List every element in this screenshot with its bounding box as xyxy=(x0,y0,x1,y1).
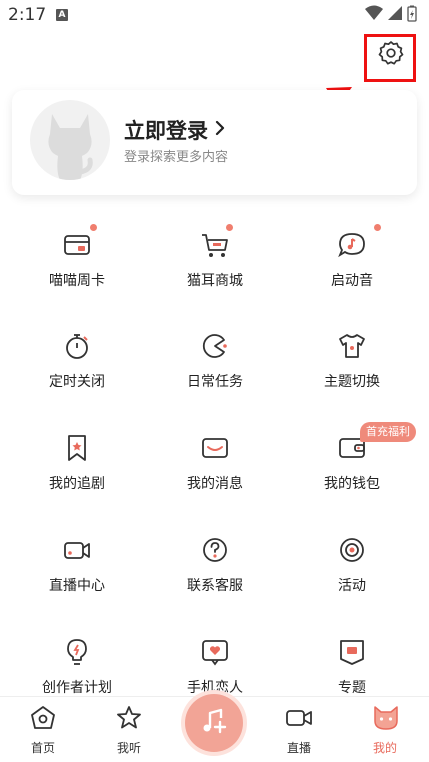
nav-label: 我的 xyxy=(372,741,397,755)
menu-item-label: 专题 xyxy=(338,680,366,696)
video-camera-icon xyxy=(62,535,92,565)
home-icon xyxy=(30,705,56,731)
battery-icon xyxy=(407,5,417,26)
heart-chat-icon xyxy=(200,637,230,667)
help-icon xyxy=(200,535,230,565)
menu-item-label: 定时关闭 xyxy=(49,374,105,390)
card-icon xyxy=(62,230,92,260)
signal-icon xyxy=(387,5,403,25)
star-icon xyxy=(116,705,142,731)
tshirt-icon xyxy=(337,331,367,361)
topic-icon xyxy=(337,637,367,667)
menu-item-label: 直播中心 xyxy=(49,578,105,594)
bookmark-icon xyxy=(62,433,92,463)
music-add-icon xyxy=(199,706,229,740)
notification-icon: A xyxy=(56,9,68,21)
menu-item-label: 我的消息 xyxy=(187,476,243,492)
menu-item-sleep-timer[interactable]: 定时关闭 xyxy=(12,331,142,401)
menu-item-customer-service[interactable]: 联系客服 xyxy=(150,535,280,605)
nav-item-live[interactable]: 直播 xyxy=(269,703,329,757)
login-title-text: 立即登录 xyxy=(124,119,208,143)
nav-label: 首页 xyxy=(30,741,55,755)
notification-dot xyxy=(374,224,381,231)
envelope-icon xyxy=(200,433,230,463)
notification-dot xyxy=(90,224,97,231)
menu-item-label: 主题切换 xyxy=(324,374,380,390)
promo-badge: 首充福利 xyxy=(360,422,416,442)
cat-avatar-icon xyxy=(48,114,93,180)
nav-label: 直播 xyxy=(286,741,311,755)
status-icons xyxy=(365,5,417,26)
nav-label: 我听 xyxy=(116,741,141,755)
menu-item-label: 启动音 xyxy=(331,273,373,289)
music-bubble-icon xyxy=(337,230,367,260)
nav-item-mine[interactable]: 我的 xyxy=(355,703,415,757)
menu-item-label: 喵喵周卡 xyxy=(49,273,105,289)
settings-highlight-box xyxy=(364,34,416,82)
menu-item-weekly-card[interactable]: 喵喵周卡 xyxy=(12,224,142,300)
chevron-right-icon xyxy=(214,118,226,142)
menu-item-theme-switch[interactable]: 主题切换 xyxy=(287,331,417,401)
login-title[interactable]: 立即登录 xyxy=(124,115,226,145)
menu-item-startup-sound[interactable]: 启动音 xyxy=(287,224,417,300)
timer-icon xyxy=(62,331,92,361)
avatar[interactable] xyxy=(30,100,110,180)
menu-item-label: 猫耳商城 xyxy=(187,273,243,289)
menu-item-label: 活动 xyxy=(338,578,366,594)
menu-item-daily-tasks[interactable]: 日常任务 xyxy=(150,331,280,401)
menu-item-my-shows[interactable]: 我的追剧 xyxy=(12,433,142,503)
menu-item-activity[interactable]: 活动 xyxy=(287,535,417,605)
menu-item-label: 创作者计划 xyxy=(42,680,112,696)
cat-face-icon xyxy=(372,705,398,731)
notification-dot xyxy=(226,224,233,231)
menu-item-label: 日常任务 xyxy=(187,374,243,390)
center-play-button[interactable] xyxy=(185,694,243,752)
activity-icon xyxy=(337,535,367,565)
nav-item-home[interactable]: 首页 xyxy=(13,703,73,757)
menu-item-shop[interactable]: 猫耳商城 xyxy=(150,224,280,300)
profile-card[interactable]: 立即登录 登录探索更多内容 xyxy=(12,90,417,195)
login-subtitle: 登录探索更多内容 xyxy=(124,150,229,165)
menu-item-label: 我的追剧 xyxy=(49,476,105,492)
menu-item-live-center[interactable]: 直播中心 xyxy=(12,535,142,605)
cart-icon xyxy=(200,230,230,260)
live-camera-icon xyxy=(286,705,312,731)
nav-item-listen[interactable]: 我听 xyxy=(99,703,159,757)
menu-item-messages[interactable]: 我的消息 xyxy=(150,433,280,503)
wifi-icon xyxy=(365,5,383,25)
pacman-icon xyxy=(200,331,230,361)
menu-item-label: 联系客服 xyxy=(187,578,243,594)
menu-item-label: 我的钱包 xyxy=(324,476,380,492)
bulb-icon xyxy=(62,637,92,667)
menu-item-wallet[interactable]: 我的钱包 xyxy=(287,433,417,503)
status-bar: 2:17 A xyxy=(0,0,429,30)
status-time: 2:17 xyxy=(8,5,47,25)
